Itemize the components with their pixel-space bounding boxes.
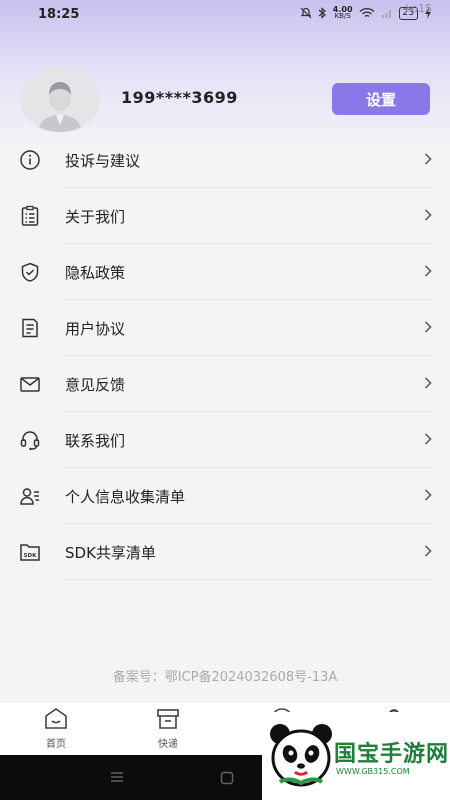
chevron-right-icon xyxy=(424,377,432,389)
network-speed: 4.00 KB/S xyxy=(333,6,353,20)
menu-list: 投诉与建议 关于我们 隐私政策 用户协议 意见反馈 联系我们 个人信息收集清单 xyxy=(0,132,450,580)
menu-item-label: 关于我们 xyxy=(65,208,126,226)
watermark-site-name: 国宝手游网 xyxy=(334,742,450,767)
home-icon xyxy=(45,708,67,729)
menu-item-about[interactable]: 关于我们 xyxy=(0,188,450,244)
watermark-site-url: WWW.GB315.COM xyxy=(336,767,410,776)
menu-item-contact[interactable]: 联系我们 xyxy=(0,412,450,468)
box-icon xyxy=(157,709,179,729)
avatar[interactable] xyxy=(20,68,100,132)
info-icon xyxy=(20,150,40,170)
menu-item-user-agreement[interactable]: 用户协议 xyxy=(0,300,450,356)
menu-item-label: 隐私政策 xyxy=(65,264,126,282)
user-list-icon xyxy=(20,488,39,505)
chevron-right-icon xyxy=(424,321,432,333)
document-icon xyxy=(22,318,38,338)
shield-check-icon xyxy=(21,262,39,282)
menu-item-label: 投诉与建议 xyxy=(65,152,141,170)
panda-logo-icon xyxy=(270,724,332,787)
headset-icon xyxy=(20,431,40,451)
settings-button[interactable]: 设置 xyxy=(332,83,430,115)
svg-text:SDK: SDK xyxy=(24,553,38,559)
chevron-right-icon xyxy=(424,153,432,165)
status-time: 18:25 xyxy=(38,7,80,22)
watermark-logo: 国宝手游网 WWW.GB315.COM xyxy=(262,712,450,800)
profile-header: 199****3699 设置 xyxy=(0,64,450,136)
network-speed-unit: KB/S xyxy=(334,12,351,20)
chevron-right-icon xyxy=(424,209,432,221)
signal-icon xyxy=(381,10,391,18)
sdk-folder-icon: SDK xyxy=(20,544,40,561)
chevron-right-icon xyxy=(424,545,432,557)
tab-home[interactable]: 首页 xyxy=(16,706,96,750)
chevron-right-icon xyxy=(424,433,432,445)
tab-label: 快递 xyxy=(158,739,178,750)
menu-item-complaint[interactable]: 投诉与建议 xyxy=(0,132,450,188)
menu-item-label: 意见反馈 xyxy=(65,376,126,394)
menu-item-label: 联系我们 xyxy=(65,432,126,450)
menu-item-privacy[interactable]: 隐私政策 xyxy=(0,244,450,300)
menu-item-sdk-list[interactable]: SDK SDK共享清单 xyxy=(0,524,450,580)
menu-item-label: SDK共享清单 xyxy=(65,544,156,562)
divider xyxy=(65,579,432,580)
chevron-right-icon xyxy=(424,265,432,277)
user-phone: 199****3699 xyxy=(121,88,238,107)
menu-item-label: 用户协议 xyxy=(65,320,126,338)
menu-item-feedback[interactable]: 意见反馈 xyxy=(0,356,450,412)
wifi-icon xyxy=(359,7,375,17)
watermark-text: ko15 xyxy=(405,2,432,15)
menu-item-personal-info[interactable]: 个人信息收集清单 xyxy=(0,468,450,524)
mute-bell-icon xyxy=(300,7,312,19)
menu-item-label: 个人信息收集清单 xyxy=(65,488,186,506)
chevron-right-icon xyxy=(424,489,432,501)
mail-icon xyxy=(20,377,40,392)
list-doc-icon xyxy=(21,205,39,226)
tab-express[interactable]: 快递 xyxy=(128,706,208,750)
avatar-person-icon xyxy=(20,68,100,132)
tab-label: 首页 xyxy=(46,739,66,750)
status-bar: 18:25 4.00 KB/S 23 ko15 xyxy=(0,0,450,30)
home-nav-icon[interactable] xyxy=(220,771,234,785)
bluetooth-icon xyxy=(318,7,326,19)
icp-record[interactable]: 备案号：鄂ICP备2024032608号-13A xyxy=(0,666,450,685)
menu-nav-icon[interactable] xyxy=(110,771,124,783)
